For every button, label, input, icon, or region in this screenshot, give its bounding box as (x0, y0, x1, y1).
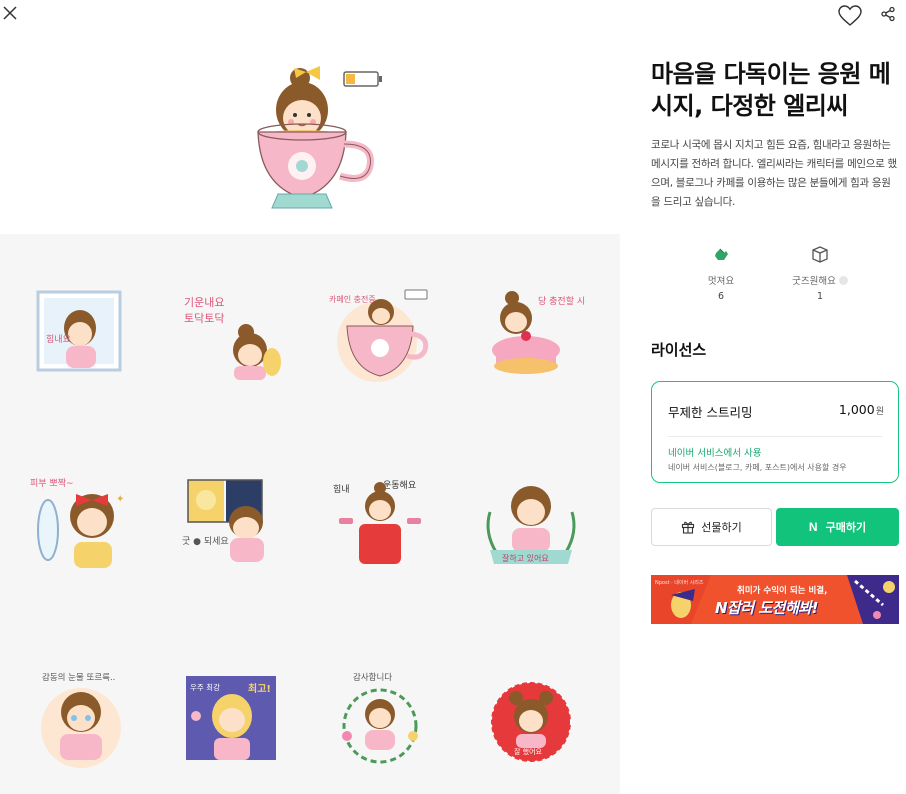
license-option-card[interactable]: 무제한 스트리밍 1,000원 네이버 서비스에서 사용 네이버 서비스(블로그… (651, 381, 899, 483)
like-stat-label: 멋져요 (707, 276, 735, 287)
clap-icon (715, 248, 728, 260)
gift-button-label: 선물하기 (701, 522, 742, 534)
license-currency: 원 (875, 407, 884, 417)
sticker-text: 운동해요 (383, 480, 416, 491)
sticker-text: 기운내요 (184, 296, 224, 309)
goods-stat-count: 1 (816, 291, 824, 302)
reaction-stats: 멋져요 6 굿즈원해요 1 (651, 244, 899, 308)
gift-button[interactable]: 선물하기 (651, 508, 772, 546)
sticker-item[interactable]: 카페인 충전중 (325, 284, 435, 394)
sticker-text: 감사합니다 (353, 672, 392, 683)
sticker-text: 최고! (248, 682, 271, 695)
sticker-item[interactable]: 우주 최강 최고! (176, 666, 286, 776)
buy-button[interactable]: N 구매하기 (776, 508, 899, 546)
like-stat-count: 6 (717, 291, 725, 302)
sticker-text: 피부 뽀짝~ (30, 478, 74, 489)
sticker-item[interactable]: 힘내 운동해요 (325, 472, 435, 582)
goods-stat-label: 굿즈원해요 (792, 276, 836, 287)
license-heading: 라이선스 (651, 341, 707, 359)
sticker-item[interactable]: 힘내요 (26, 284, 136, 394)
license-price-group: 1,000원 (839, 402, 884, 417)
sticker-item[interactable]: 잘 했어요 (476, 666, 586, 776)
banner-title: N잡러 도전해봐! (715, 599, 818, 617)
goods-stat-button[interactable]: 굿즈원해요 1 (780, 244, 860, 302)
sticker-item[interactable]: 당 충전할 시간 (476, 284, 586, 394)
info-dot-icon (838, 276, 848, 285)
naver-n-icon: N (808, 520, 818, 534)
sticker-item[interactable]: 피부 뽀짝~ ✦ (26, 472, 136, 582)
license-usage: 네이버 서비스에서 사용 (668, 448, 762, 459)
sticker-text: 힘내 (333, 484, 350, 495)
sticker-text: 당 충전할 시간 (538, 296, 586, 307)
box-icon (812, 246, 828, 263)
preview-area: 힘내요 기운내요 토닥토닥 카페인 충전중 당 충전할 시간 (0, 0, 620, 794)
sticker-text: 감동의 눈물 또르륵.. (42, 672, 115, 683)
sticker-item[interactable]: 굿 ● 되세요 (176, 472, 286, 582)
sticker-item[interactable]: 기운내요 토닥토닥 (176, 284, 286, 394)
license-note: 네이버 서비스(블로그, 카페, 포스트)에서 사용할 경우 (668, 463, 847, 472)
svg-text:✦: ✦ (116, 494, 124, 505)
sticker-item[interactable]: 잘하고 있어요 (476, 472, 586, 582)
divider (668, 436, 882, 437)
banner-subtitle: 취미가 수익이 되는 비결, (737, 586, 828, 596)
sticker-text: 잘하고 있어요 (502, 553, 549, 563)
like-stat-button[interactable]: 멋져요 6 (681, 244, 761, 302)
product-description: 코로나 시국에 몹시 지치고 힘든 요즘, 힘내라고 응원하는 메시지를 전하려… (651, 139, 897, 208)
sticker-text: 우주 최강 (190, 682, 220, 692)
sticker-item[interactable]: 감동의 눈물 또르륵.. (26, 666, 136, 776)
promo-banner[interactable]: Npost · 네이버 시리즈 취미가 수익이 되는 비결, N잡러 도전해봐! (651, 575, 899, 624)
license-price: 1,000 (838, 402, 875, 417)
gift-icon (682, 521, 695, 534)
goods-stat-label-row: 굿즈원해요 (780, 273, 860, 287)
sticker-text: 카페인 충전중 (329, 294, 376, 304)
buy-button-label: 구매하기 (825, 522, 867, 534)
banner-brand-text: Npost · 네이버 시리즈 (655, 580, 704, 586)
sticker-text: 힘내요 (46, 334, 71, 345)
hero-preview (0, 34, 620, 234)
sticker-text: 잘 했어요 (514, 747, 543, 756)
product-panel: 마음을 다독이는 응원 메시지, 다정한 엘리씨 코로나 시국에 몹시 지치고 … (651, 0, 899, 794)
license-name: 무제한 스트리밍 (668, 405, 753, 420)
hero-sticker-image (257, 66, 382, 209)
sticker-item[interactable]: 감사합니다 (325, 666, 435, 776)
sticker-grid: 힘내요 기운내요 토닥토닥 카페인 충전중 당 충전할 시간 (0, 234, 620, 794)
sticker-text: 토닥토닥 (184, 312, 224, 325)
product-title: 마음을 다독이는 응원 메시지, 다정한 엘리씨 (651, 60, 891, 120)
sticker-text: 굿 ● 되세요 (182, 536, 229, 547)
